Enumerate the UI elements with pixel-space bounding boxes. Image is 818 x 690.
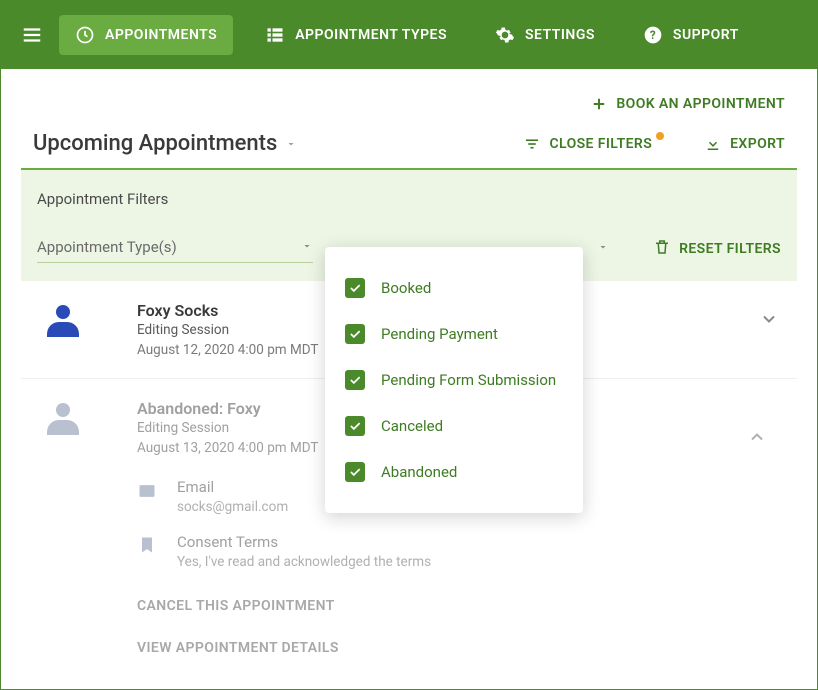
export-button[interactable]: EXPORT — [704, 135, 785, 153]
status-option-pending-payment[interactable]: Pending Payment — [325, 311, 583, 357]
nav-label: APPOINTMENTS — [105, 27, 217, 43]
checkbox-checked-icon — [345, 324, 365, 344]
filter-indicator-dot — [656, 132, 664, 140]
email-icon — [137, 480, 157, 502]
option-label: Pending Form Submission — [381, 371, 556, 389]
avatar-icon — [45, 403, 81, 435]
bookmark-icon — [137, 535, 157, 555]
option-label: Canceled — [381, 417, 443, 435]
checkbox-checked-icon — [345, 278, 365, 298]
option-label: Pending Payment — [381, 325, 498, 343]
plus-icon — [590, 95, 608, 113]
status-option-booked[interactable]: Booked — [325, 265, 583, 311]
view-details-button[interactable]: VIEW APPOINTMENT DETAILS — [137, 640, 785, 656]
app-header: APPOINTMENTS APPOINTMENT TYPES SETTINGS … — [1, 1, 817, 69]
close-filters-label: CLOSE FILTERS — [549, 136, 652, 152]
appointment-name: Foxy Socks — [137, 301, 318, 320]
page-title[interactable]: Upcoming Appointments — [33, 131, 297, 156]
appointment-type: Editing Session — [137, 420, 318, 436]
detail-label: Email — [177, 478, 288, 496]
menu-icon[interactable] — [21, 24, 43, 46]
checkbox-checked-icon — [345, 462, 365, 482]
avatar-icon — [45, 305, 81, 337]
checkbox-checked-icon — [345, 370, 365, 390]
help-icon: ? — [643, 25, 663, 45]
reset-filters-button[interactable]: RESET FILTERS — [653, 238, 781, 260]
status-option-canceled[interactable]: Canceled — [325, 403, 583, 449]
cancel-appointment-button[interactable]: CANCEL THIS APPOINTMENT — [137, 598, 785, 614]
appointment-name: Abandoned: Foxy — [137, 399, 318, 418]
filter-icon — [523, 135, 541, 153]
filters-title: Appointment Filters — [37, 190, 781, 208]
nav-support[interactable]: ? SUPPORT — [627, 15, 755, 55]
book-label: BOOK AN APPOINTMENT — [616, 96, 785, 112]
caret-down-icon — [285, 131, 297, 156]
nav-label: SUPPORT — [673, 27, 739, 43]
nav-label: SETTINGS — [525, 27, 595, 43]
svg-text:?: ? — [650, 28, 656, 42]
status-filter-dropdown: Booked Pending Payment Pending Form Subm… — [325, 247, 583, 513]
page-title-text: Upcoming Appointments — [33, 131, 277, 156]
expand-toggle[interactable] — [759, 309, 779, 333]
detail-value: socks@gmail.com — [177, 499, 288, 515]
select-label: Appointment Type(s) — [37, 238, 177, 256]
option-label: Booked — [381, 279, 431, 297]
checkbox-checked-icon — [345, 416, 365, 436]
download-icon — [704, 135, 722, 153]
appointment-datetime: August 12, 2020 4:00 pm MDT — [137, 342, 318, 358]
gear-icon — [495, 25, 515, 45]
export-label: EXPORT — [730, 136, 785, 152]
status-select[interactable] — [597, 238, 609, 257]
status-option-pending-form[interactable]: Pending Form Submission — [325, 357, 583, 403]
nav-appointment-types[interactable]: APPOINTMENT TYPES — [249, 15, 463, 55]
close-filters-button[interactable]: CLOSE FILTERS — [523, 135, 668, 153]
collapse-toggle[interactable] — [747, 427, 767, 451]
nav-settings[interactable]: SETTINGS — [479, 15, 611, 55]
list-icon — [265, 25, 285, 45]
reset-label: RESET FILTERS — [679, 241, 781, 257]
detail-value: Yes, I've read and acknowledged the term… — [177, 554, 431, 570]
option-label: Abandoned — [381, 463, 457, 481]
appointment-type: Editing Session — [137, 322, 318, 338]
appointment-datetime: August 13, 2020 4:00 pm MDT — [137, 440, 318, 456]
detail-label: Consent Terms — [177, 533, 431, 551]
caret-down-icon — [301, 238, 313, 256]
clock-icon — [75, 25, 95, 45]
detail-consent: Consent Terms Yes, I've read and acknowl… — [137, 533, 785, 570]
trash-icon — [653, 238, 671, 260]
nav-appointments[interactable]: APPOINTMENTS — [59, 15, 233, 55]
caret-down-icon — [597, 241, 609, 253]
book-appointment-button[interactable]: BOOK AN APPOINTMENT — [590, 95, 785, 113]
appointment-type-select[interactable]: Appointment Type(s) — [37, 234, 313, 263]
nav-label: APPOINTMENT TYPES — [295, 27, 447, 43]
status-option-abandoned[interactable]: Abandoned — [325, 449, 583, 495]
